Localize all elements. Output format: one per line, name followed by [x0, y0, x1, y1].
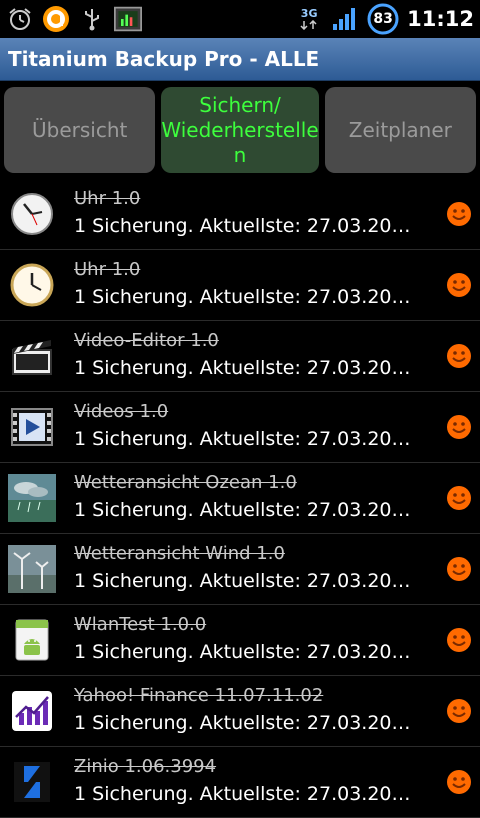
- weather-ocean-icon: [8, 474, 56, 522]
- list-item[interactable]: Yahoo! Finance 11.07.11.02 1 Sicherung. …: [0, 676, 480, 747]
- list-item[interactable]: Zinio 1.06.3994 1 Sicherung. Aktuellste:…: [0, 747, 480, 818]
- signal-icon: [331, 5, 359, 33]
- status-smiley-icon: [447, 770, 471, 794]
- app-backup-info: 1 Sicherung. Aktuellste: 27.03.20…: [74, 712, 411, 734]
- app-name: Uhr 1.0: [74, 259, 141, 280]
- status-smiley-icon: [447, 699, 471, 723]
- app-name: Zinio 1.06.3994: [74, 756, 217, 777]
- weather-wind-icon: [8, 545, 56, 593]
- app-name: Videos 1.0: [74, 401, 169, 422]
- app-list: Uhr 1.0 1 Sicherung. Aktuellste: 27.03.2…: [0, 179, 480, 818]
- tab-overview[interactable]: Übersicht: [4, 87, 156, 173]
- app-name: Wetteransicht Ozean 1.0: [74, 472, 297, 493]
- app-name: Video-Editor 1.0: [74, 330, 219, 351]
- app-backup-info: 1 Sicherung. Aktuellste: 27.03.20…: [74, 286, 411, 308]
- clock: 11:12: [407, 7, 474, 31]
- alarm-icon: [6, 5, 34, 33]
- list-item[interactable]: Wetteransicht Wind 1.0 1 Sicherung. Aktu…: [0, 534, 480, 605]
- battery-icon: 83: [367, 3, 399, 35]
- browser-icon: [42, 5, 70, 33]
- status-bar: 3G 83 11:12: [0, 0, 480, 38]
- network-label: 3G: [300, 7, 318, 20]
- tab-scheduler[interactable]: Zeitplaner: [324, 87, 477, 173]
- zinio-icon: [8, 758, 56, 806]
- status-smiley-icon: [447, 628, 471, 652]
- app-backup-info: 1 Sicherung. Aktuellste: 27.03.20…: [74, 428, 411, 450]
- app-backup-info: 1 Sicherung. Aktuellste: 27.03.20…: [74, 641, 411, 663]
- clock-icon: [8, 190, 56, 238]
- list-item[interactable]: Uhr 1.0 1 Sicherung. Aktuellste: 27.03.2…: [0, 250, 480, 321]
- tab-backup-restore-label: Sichern/ Wiederherstelle n: [161, 92, 319, 167]
- app-backup-info: 1 Sicherung. Aktuellste: 27.03.20…: [74, 499, 411, 521]
- video-player-icon: [8, 403, 56, 451]
- battery-level: 83: [373, 11, 393, 27]
- clapperboard-icon: [8, 332, 56, 380]
- network-3g-icon: 3G: [295, 5, 323, 33]
- app-name: Uhr 1.0: [74, 188, 141, 209]
- monitor-app-icon: [114, 5, 142, 33]
- status-smiley-icon: [447, 415, 471, 439]
- status-smiley-icon: [447, 273, 471, 297]
- status-smiley-icon: [447, 202, 471, 226]
- app-name: Yahoo! Finance 11.07.11.02: [74, 685, 324, 706]
- android-icon: [8, 616, 56, 664]
- app-backup-info: 1 Sicherung. Aktuellste: 27.03.20…: [74, 215, 411, 237]
- app-backup-info: 1 Sicherung. Aktuellste: 27.03.20…: [74, 783, 411, 805]
- app-backup-info: 1 Sicherung. Aktuellste: 27.03.20…: [74, 570, 411, 592]
- status-smiley-icon: [447, 344, 471, 368]
- list-item[interactable]: Wetteransicht Ozean 1.0 1 Sicherung. Akt…: [0, 463, 480, 534]
- yahoo-finance-icon: [8, 687, 56, 735]
- tab-backup-restore[interactable]: Sichern/ Wiederherstelle n: [161, 87, 319, 173]
- list-item[interactable]: Video-Editor 1.0 1 Sicherung. Aktuellste…: [0, 321, 480, 392]
- status-smiley-icon: [447, 486, 471, 510]
- page-title: Titanium Backup Pro - ALLE: [0, 38, 480, 81]
- list-item[interactable]: Videos 1.0 1 Sicherung. Aktuellste: 27.0…: [0, 392, 480, 463]
- app-backup-info: 1 Sicherung. Aktuellste: 27.03.20…: [74, 357, 411, 379]
- app-name: WlanTest 1.0.0: [74, 614, 207, 635]
- list-item[interactable]: WlanTest 1.0.0 1 Sicherung. Aktuellste: …: [0, 605, 480, 676]
- usb-icon: [78, 5, 106, 33]
- app-name: Wetteransicht Wind 1.0: [74, 543, 285, 564]
- tab-bar: Übersicht Sichern/ Wiederherstelle n Zei…: [0, 81, 480, 179]
- status-smiley-icon: [447, 557, 471, 581]
- list-item[interactable]: Uhr 1.0 1 Sicherung. Aktuellste: 27.03.2…: [0, 179, 480, 250]
- clock-icon: [8, 261, 56, 309]
